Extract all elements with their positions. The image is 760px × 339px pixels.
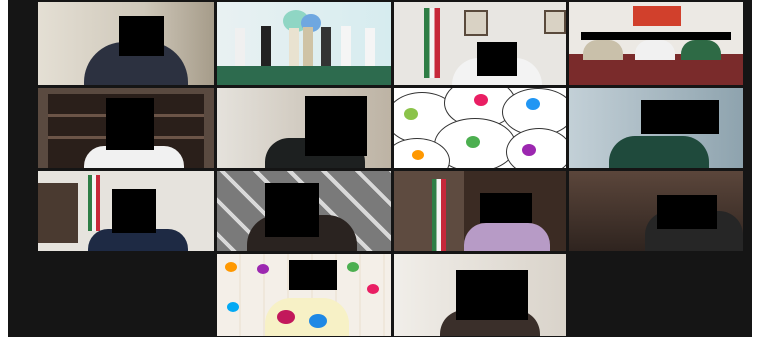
video-tile-7[interactable] (394, 88, 566, 168)
mexican-flag (424, 8, 440, 78)
video-tile-3[interactable] (394, 2, 566, 85)
video-tile-5[interactable] (38, 88, 214, 168)
screenshot-frame (0, 0, 760, 339)
logo-mark (404, 108, 418, 120)
wall-frame (464, 10, 488, 36)
redaction-box (305, 96, 367, 156)
dress-pattern (277, 310, 295, 324)
video-tile-10[interactable] (217, 171, 391, 251)
person-figure (365, 28, 375, 66)
dress-pattern (309, 314, 327, 328)
logo-mark (526, 98, 540, 110)
person-figure (303, 27, 313, 66)
logo-mark (347, 262, 359, 272)
redaction-bar (581, 32, 731, 40)
redaction-box (480, 193, 532, 223)
person-figure (341, 26, 351, 66)
redaction-box (265, 183, 319, 237)
person-figure (235, 28, 245, 66)
logo-mark (227, 302, 239, 312)
video-tile-6[interactable] (217, 88, 391, 168)
video-tile-11[interactable] (394, 171, 566, 251)
logo-mark (466, 136, 480, 148)
logo-mark (257, 264, 269, 274)
video-tile-13[interactable] (217, 254, 391, 336)
logo-mark (474, 94, 488, 106)
redaction-box (106, 98, 154, 150)
mexican-flag (432, 179, 446, 251)
redaction-box (477, 42, 517, 76)
redaction-box (289, 260, 337, 290)
logo-mark (412, 150, 424, 160)
person-figure (583, 40, 623, 60)
red-chair (633, 6, 681, 26)
redaction-box (112, 189, 156, 233)
video-tile-14[interactable] (394, 254, 566, 336)
logo-bubble (506, 128, 566, 168)
redaction-box (119, 16, 164, 56)
redaction-box (641, 100, 719, 134)
video-tile-8[interactable] (569, 88, 743, 168)
wall-frame (544, 10, 566, 34)
logo-mark (367, 284, 379, 294)
video-tile-2[interactable] (217, 2, 391, 85)
participant-silhouette (464, 223, 550, 251)
video-tile-4[interactable] (569, 2, 743, 85)
participant-silhouette (609, 136, 709, 168)
logo-mark (225, 262, 237, 272)
stage-floor (217, 66, 391, 85)
logo-mark (522, 144, 536, 156)
video-tile-12[interactable] (569, 171, 743, 251)
person-figure (321, 27, 331, 66)
mexican-flag (88, 175, 100, 231)
person-figure (289, 28, 299, 66)
person-figure (681, 40, 721, 60)
person-figure (261, 26, 271, 66)
person-figure (635, 40, 675, 60)
video-gallery-grid (8, 0, 752, 337)
video-tile-1[interactable] (38, 2, 214, 85)
video-tile-9[interactable] (38, 171, 214, 251)
bookshelf (38, 183, 78, 243)
redaction-box (657, 195, 717, 229)
redaction-box (456, 270, 528, 320)
